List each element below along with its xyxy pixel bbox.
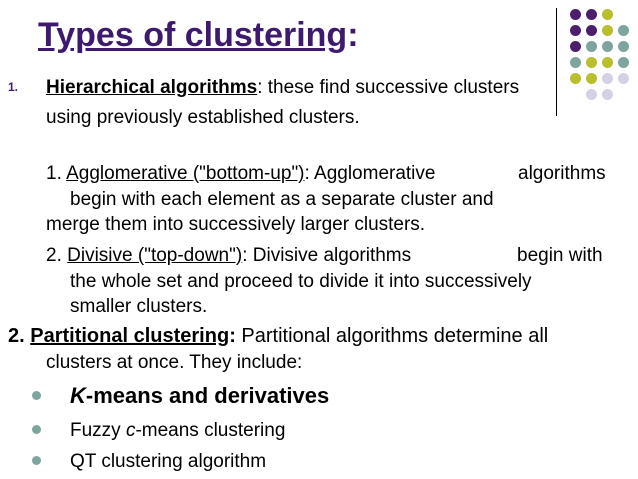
hierarchical-line-1: Hierarchical algorithms: these find succ… bbox=[46, 77, 519, 99]
dot bbox=[602, 25, 613, 36]
agglomerative-rest-b: algorithms bbox=[518, 163, 606, 184]
divisive-line-2: the whole set and proceed to divide it i… bbox=[70, 271, 532, 292]
bullet-dot-icon bbox=[32, 456, 41, 465]
partitional-rest: Partitional algorithms determine all bbox=[235, 325, 549, 347]
dot bbox=[618, 57, 629, 68]
item-number-hierarchical: 1. bbox=[8, 80, 19, 94]
divisive-term: Divisive ("top-down") bbox=[67, 245, 243, 266]
dot bbox=[570, 73, 581, 84]
hierarchical-rest: : these find successive clusters bbox=[257, 77, 520, 98]
dot bbox=[570, 25, 581, 36]
hierarchical-line-2: using previously established clusters. bbox=[46, 107, 360, 128]
hierarchical-term: Hierarchical algorithms bbox=[46, 77, 258, 98]
agglomerative-rest-a: : Agglomerative bbox=[304, 163, 436, 184]
dot bbox=[618, 25, 629, 36]
partitional-colon: : bbox=[229, 325, 236, 347]
dot bbox=[570, 9, 581, 20]
divisive-line-1: 2. Divisive ("top-down"): Divisive algor… bbox=[46, 245, 411, 267]
bullet-dot-icon bbox=[32, 425, 41, 434]
dot bbox=[586, 57, 597, 68]
fuzzy-a: Fuzzy bbox=[70, 420, 126, 441]
dot bbox=[618, 41, 629, 52]
slide-title: Types of clustering: bbox=[38, 16, 359, 55]
title-text: Types of clustering bbox=[38, 16, 348, 54]
bullet-fuzzy: Fuzzy c-means clustering bbox=[70, 420, 285, 442]
bullet-kmeans: K-means and derivatives bbox=[70, 383, 329, 409]
dot bbox=[618, 73, 629, 84]
agglomerative-number: 1. bbox=[46, 163, 62, 184]
agglomerative-line-3: merge them into successively larger clus… bbox=[46, 214, 426, 235]
kmeans-k: K bbox=[70, 383, 86, 408]
agglomerative-line-1: 1. Agglomerative ("bottom-up"): Agglomer… bbox=[46, 163, 435, 185]
dot bbox=[586, 73, 597, 84]
divisive-line-3: smaller clusters. bbox=[70, 296, 208, 317]
dot bbox=[602, 73, 613, 84]
agglomerative-term: Agglomerative ("bottom-up") bbox=[66, 163, 305, 184]
dot bbox=[602, 89, 613, 100]
divisive-rest-b: begin with bbox=[517, 245, 603, 266]
partitional-line-2: clusters at once. They include: bbox=[46, 352, 303, 373]
dot bbox=[586, 41, 597, 52]
partitional-line-1: 2. Partitional clustering: Partitional a… bbox=[8, 325, 548, 348]
agglomerative-line-2: begin with each element as a separate cl… bbox=[70, 189, 494, 210]
dot bbox=[602, 41, 613, 52]
dot bbox=[586, 89, 597, 100]
dot bbox=[570, 41, 581, 52]
partitional-term: Partitional clustering bbox=[30, 325, 230, 347]
fuzzy-b: -means clustering bbox=[135, 420, 286, 441]
dot bbox=[586, 9, 597, 20]
bullet-dot-icon bbox=[32, 391, 41, 400]
dot bbox=[570, 57, 581, 68]
title-colon: : bbox=[347, 16, 359, 54]
dot bbox=[602, 9, 613, 20]
partitional-number: 2. bbox=[8, 325, 25, 347]
bullet-qt: QT clustering algorithm bbox=[70, 451, 267, 472]
divisive-number: 2. bbox=[46, 245, 62, 266]
divisive-rest-a: : Divisive algorithms bbox=[242, 245, 412, 266]
divider-line bbox=[556, 8, 557, 116]
dot bbox=[602, 57, 613, 68]
kmeans-rest: -means and derivatives bbox=[85, 383, 330, 408]
dot bbox=[586, 25, 597, 36]
